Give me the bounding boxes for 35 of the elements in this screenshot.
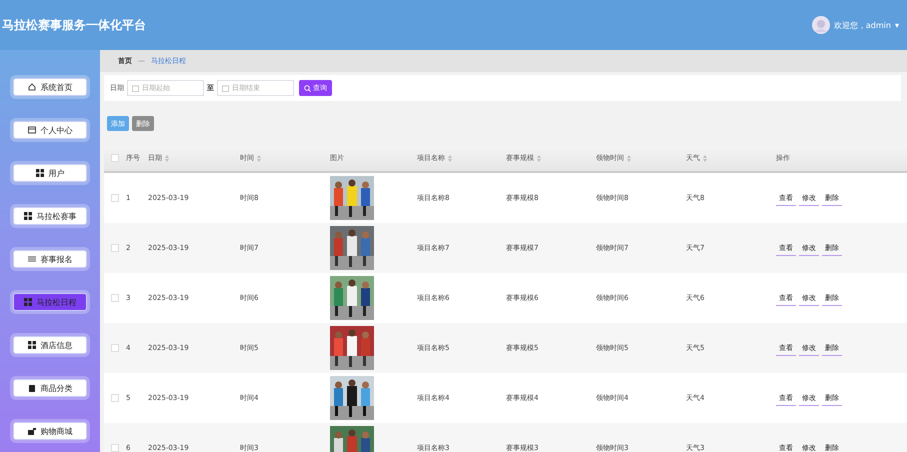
grid-icon xyxy=(24,212,32,220)
lines-icon xyxy=(28,255,36,263)
checkbox[interactable] xyxy=(111,194,119,202)
sort-icon[interactable] xyxy=(448,154,452,162)
sidebar-item[interactable]: 商品分类 xyxy=(13,379,87,397)
bag-icon xyxy=(28,427,36,435)
sidebar-item[interactable]: 用户 xyxy=(13,164,87,182)
grid-icon xyxy=(36,169,44,177)
grid-icon xyxy=(28,341,36,349)
sidebar-item[interactable]: 个人中心 xyxy=(13,121,87,139)
sort-icon[interactable] xyxy=(703,154,707,162)
checkbox[interactable] xyxy=(111,394,119,402)
sidebar-item[interactable]: 赛事报名 xyxy=(13,250,87,268)
checkbox[interactable] xyxy=(111,444,119,452)
sidebar-item[interactable]: 酒店信息 xyxy=(13,336,87,354)
app-title: 马拉松赛事服务一体化平台 xyxy=(2,16,146,34)
search-icon xyxy=(304,84,311,92)
checkbox[interactable] xyxy=(111,344,119,352)
calendar-icon xyxy=(132,84,139,92)
sort-icon[interactable] xyxy=(627,154,631,162)
sort-icon[interactable] xyxy=(165,154,169,162)
sidebar-item[interactable]: 马拉松赛事 xyxy=(13,207,87,225)
checkbox[interactable] xyxy=(111,154,119,162)
card-icon xyxy=(28,126,36,134)
avatar-icon[interactable] xyxy=(812,16,830,34)
checkbox[interactable] xyxy=(111,244,119,252)
grid-icon xyxy=(24,298,32,306)
sidebar-item[interactable]: 购物商城 xyxy=(13,422,87,440)
home-icon xyxy=(28,83,36,91)
sort-icon[interactable] xyxy=(257,154,261,162)
checkbox[interactable] xyxy=(111,294,119,302)
sort-icon[interactable] xyxy=(537,154,541,162)
sidebar-item[interactable]: 系统首页 xyxy=(13,78,87,96)
calendar-icon xyxy=(222,84,229,92)
box-icon xyxy=(28,384,36,392)
